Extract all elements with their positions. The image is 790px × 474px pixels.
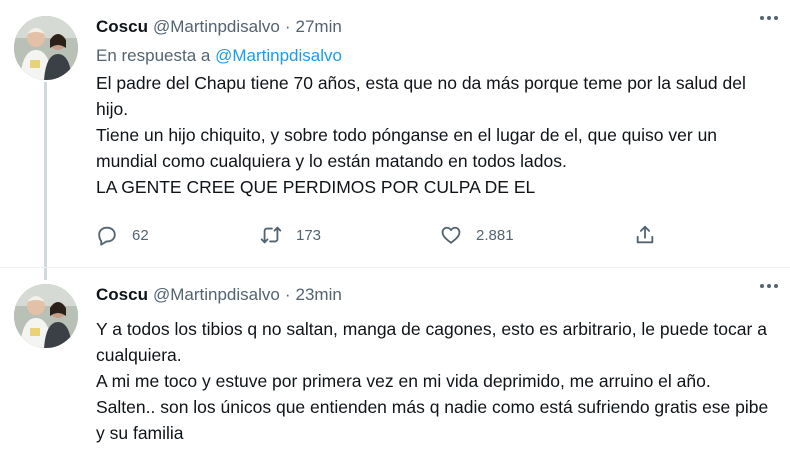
separator-dot: · xyxy=(284,285,291,304)
display-name[interactable]: Coscu xyxy=(96,17,148,37)
tweet-1[interactable]: Coscu @Martinpdisalvo · 27min En respues… xyxy=(0,0,790,268)
share-upload-icon xyxy=(636,225,654,244)
tweet-header: Coscu @Martinpdisalvo · 27min xyxy=(96,12,778,42)
avatar[interactable] xyxy=(14,16,78,80)
tweet-text: El padre del Chapu tiene 70 años, esta q… xyxy=(96,70,778,200)
tweet-text-line: Y a todos los tibios q no saltan, manga … xyxy=(96,319,767,365)
tweet-2[interactable]: Coscu @Martinpdisalvo · 23min Y a todos … xyxy=(0,268,790,474)
timestamp[interactable]: 23min xyxy=(296,285,342,305)
avatar-photo xyxy=(14,284,78,348)
retweet-count: 173 xyxy=(296,226,322,244)
thread-connector-line xyxy=(44,82,47,268)
like-count: 2.881 xyxy=(476,226,514,244)
reply-handle-link[interactable]: @Martinpdisalvo xyxy=(215,46,342,65)
separator-dot: · xyxy=(284,17,291,36)
user-handle[interactable]: @Martinpdisalvo xyxy=(153,285,280,305)
tweet-content: Coscu @Martinpdisalvo · 23min Y a todos … xyxy=(96,280,778,446)
timestamp[interactable]: 27min xyxy=(296,17,342,37)
reply-button[interactable]: 62 xyxy=(96,220,149,250)
tweet-text-line: Salten.. son los únicos que entienden má… xyxy=(96,397,769,443)
tweet-text: Y a todos los tibios q no saltan, manga … xyxy=(96,316,778,446)
tweet-header: Coscu @Martinpdisalvo · 23min xyxy=(96,280,778,310)
heart-icon xyxy=(441,226,461,244)
user-handle[interactable]: @Martinpdisalvo xyxy=(153,17,280,37)
reply-prefix: En respuesta a xyxy=(96,46,211,65)
avatar-photo xyxy=(14,16,78,80)
tweet-text-line: El padre del Chapu tiene 70 años, esta q… xyxy=(96,73,746,119)
reply-context: En respuesta a @Martinpdisalvo xyxy=(96,42,778,70)
retweet-arrows-icon xyxy=(260,226,282,244)
avatar[interactable] xyxy=(14,284,78,348)
retweet-button[interactable]: 173 xyxy=(260,220,321,250)
more-options-icon[interactable] xyxy=(756,276,782,296)
tweet-content: Coscu @Martinpdisalvo · 27min En respues… xyxy=(96,12,778,200)
more-options-icon[interactable] xyxy=(756,8,782,28)
tweet-text-line: Tiene un hijo chiquito, y sobre todo pón… xyxy=(96,125,718,171)
tweet-thread: Coscu @Martinpdisalvo · 27min En respues… xyxy=(0,0,790,474)
display-name[interactable]: Coscu xyxy=(96,285,148,305)
reply-count: 62 xyxy=(132,226,149,244)
action-bar: 62 173 2.881 xyxy=(96,220,696,250)
like-button[interactable]: 2.881 xyxy=(440,220,514,250)
share-button[interactable] xyxy=(634,220,656,250)
tweet-text-line: A mi me toco y estuve por primera vez en… xyxy=(96,371,711,391)
speech-bubble-icon xyxy=(98,226,116,246)
tweet-text-line: LA GENTE CREE QUE PERDIMOS POR CULPA DE … xyxy=(96,177,536,197)
thread-connector-line xyxy=(44,268,47,280)
